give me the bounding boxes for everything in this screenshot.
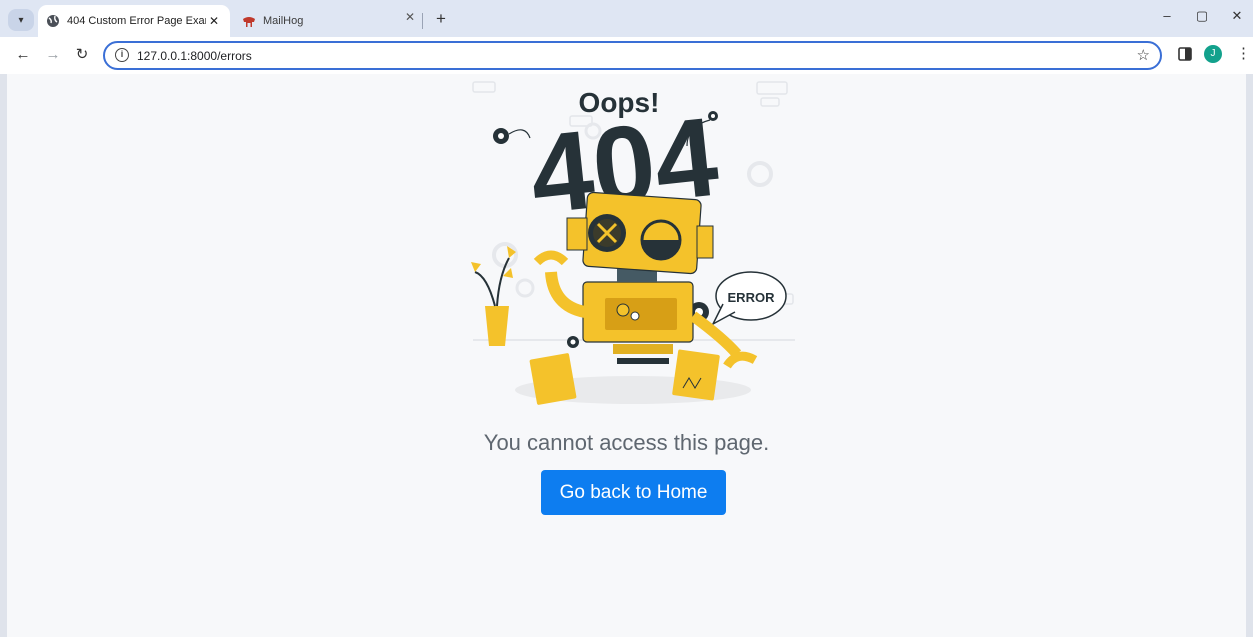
browser-toolbar: ← → ↻ i 127.0.0.1:8000/errors ☆ J ⋮ — [0, 37, 1253, 74]
window-close-icon[interactable]: ✕ — [1227, 8, 1247, 24]
profile-avatar[interactable]: J — [1204, 45, 1222, 63]
tab-title: 404 Custom Error Page Example — [67, 15, 206, 27]
bookmark-star-icon[interactable]: ☆ — [1137, 46, 1150, 64]
new-tab-button[interactable]: + — [430, 8, 452, 30]
error-badge: ERROR — [728, 290, 776, 305]
tab-mailhog[interactable]: MailHog — [232, 5, 422, 37]
error-message: You cannot access this page. — [483, 430, 770, 455]
browser-chrome: ▾ 404 Custom Error Page Example ✕ MailHo… — [0, 0, 1253, 74]
address-url: 127.0.0.1:8000/errors — [137, 49, 252, 63]
arrow-right-icon: → — [45, 46, 61, 63]
globe-icon — [47, 15, 59, 27]
go-home-button[interactable]: Go back to Home — [541, 470, 726, 515]
reload-button[interactable]: ↻ — [71, 44, 93, 66]
address-bar[interactable]: i 127.0.0.1:8000/errors ☆ — [103, 41, 1162, 70]
side-panel-icon[interactable] — [1178, 46, 1192, 62]
tab-separator — [422, 13, 423, 29]
mailhog-pig-icon — [243, 17, 255, 27]
back-button[interactable]: ← — [12, 44, 34, 66]
reload-icon: ↻ — [75, 46, 89, 63]
restore-icon[interactable]: ▢ — [1192, 8, 1212, 24]
forward-button[interactable]: → — [42, 44, 64, 66]
tab-search-button[interactable]: ▾ — [8, 9, 34, 31]
more-menu-icon[interactable]: ⋮ — [1236, 44, 1251, 62]
chevron-down-icon: ▾ — [18, 14, 24, 26]
minimize-icon[interactable]: – — [1157, 8, 1177, 23]
robot-404-illustration: Oops! 404 ERROR — [471, 81, 795, 405]
tab-error-page[interactable]: 404 Custom Error Page Example ✕ — [38, 5, 230, 37]
close-tab-icon[interactable]: ✕ — [400, 10, 420, 24]
arrow-left-icon: ← — [15, 46, 31, 63]
close-tab-icon[interactable]: ✕ — [206, 14, 222, 28]
site-info-icon[interactable]: i — [115, 48, 129, 62]
tab-title: MailHog — [263, 15, 304, 27]
tab-strip: ▾ 404 Custom Error Page Example ✕ MailHo… — [0, 0, 1253, 37]
